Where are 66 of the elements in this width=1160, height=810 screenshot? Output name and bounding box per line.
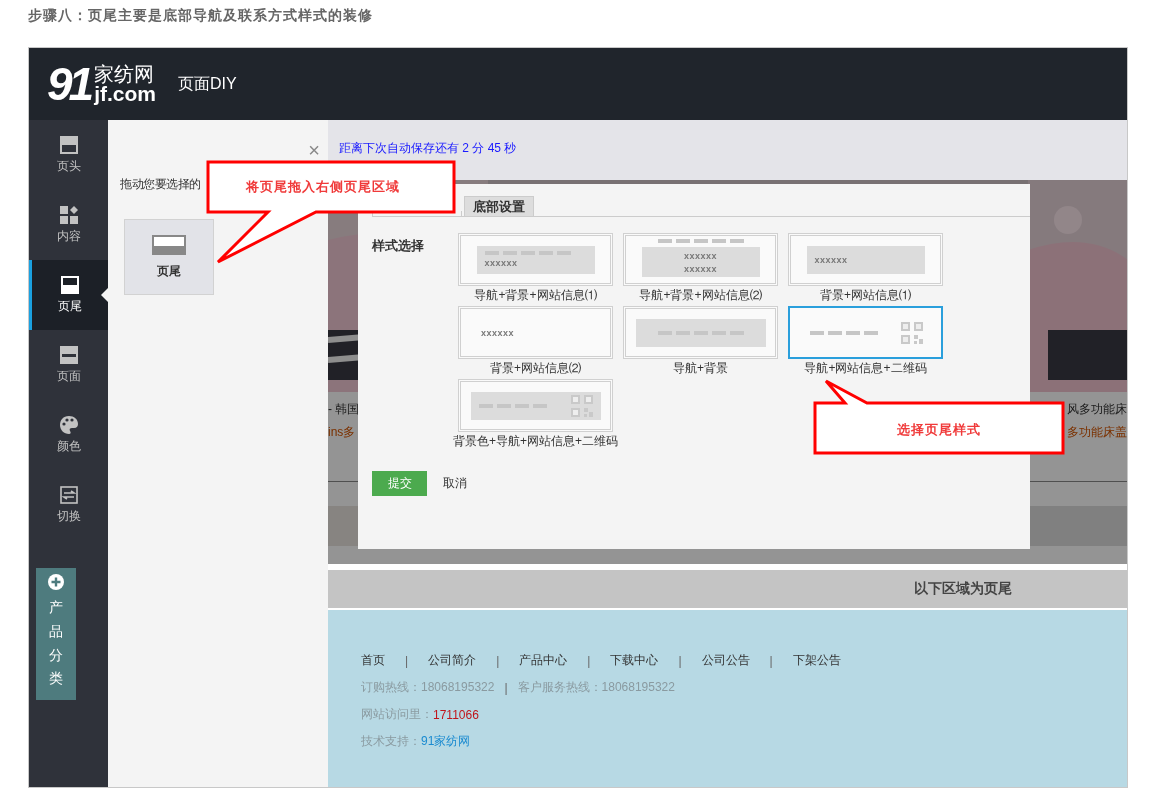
- layout-header-icon: [59, 135, 78, 154]
- option-label: 导航+背景+网站信息⑵: [639, 288, 762, 303]
- qr-code-icon: [570, 394, 593, 417]
- support-label: 技术支持：: [361, 733, 421, 750]
- footer-link[interactable]: 下架公告: [792, 652, 841, 669]
- visits-count: 1711066: [433, 707, 479, 722]
- style-thumbnail[interactable]: [458, 379, 613, 432]
- sidebar-item[interactable]: 页面: [29, 330, 108, 400]
- product-text: 风多功能床: [1067, 401, 1127, 418]
- product-text: 多功能床盖: [1067, 424, 1127, 441]
- layout-footer-icon: [61, 275, 79, 294]
- product-text: - 韩国: [328, 401, 360, 418]
- footer-link[interactable]: 公司简介: [428, 652, 477, 669]
- product-text: ins多: [328, 424, 356, 441]
- separator-text: |: [587, 653, 591, 668]
- sample-text: xxxxxx: [683, 263, 717, 274]
- footer-marker-text: 以下区域为页尾: [914, 580, 1012, 598]
- plus-icon: [48, 574, 64, 590]
- instruction-text: 拖动您要选择的: [120, 176, 201, 193]
- option-label: 背景+网站信息⑵: [490, 361, 581, 376]
- category-button[interactable]: 产品分类: [36, 568, 76, 700]
- tab[interactable]: 底部设置: [464, 196, 534, 216]
- callout-text: 将页尾拖入右侧页尾区域: [246, 178, 400, 196]
- footer-link[interactable]: 下载中心: [610, 652, 659, 669]
- callout-text: 选择页尾样式: [897, 421, 981, 439]
- hotline-text: 客户服务热线：18068195322: [517, 679, 675, 696]
- style-thumbnail[interactable]: [623, 306, 778, 359]
- option-label: 导航+网站信息+二维码: [804, 361, 927, 376]
- sample-text: xxxxxx: [481, 327, 515, 338]
- sidebar-item[interactable]: 页头: [29, 120, 108, 190]
- option-label: 背景+网站信息⑴: [820, 288, 911, 303]
- style-thumbnail[interactable]: [788, 306, 943, 359]
- nav-placeholder: [810, 330, 878, 335]
- module-tile[interactable]: 页尾: [124, 219, 214, 295]
- hotline-text: 订购热线：18068195322: [361, 679, 495, 696]
- sample-text: xxxxxx: [814, 254, 848, 265]
- sample-text: xxxxxx: [484, 258, 518, 268]
- palette-icon: [59, 415, 78, 434]
- separator-text: |: [405, 653, 409, 668]
- page-layout-icon: [59, 345, 78, 364]
- footer-link[interactable]: 首页: [361, 652, 385, 669]
- switch-icon: [59, 485, 78, 504]
- option-label: 导航+背景: [673, 361, 728, 376]
- separator-text: |: [678, 653, 682, 668]
- autosave-text: 距离下次自动保存还有 2 分 45 秒: [339, 141, 517, 155]
- sidebar-item[interactable]: 切换: [29, 470, 108, 540]
- footer-link[interactable]: 产品中心: [519, 652, 568, 669]
- visits-label: 网站访问里：: [361, 706, 433, 723]
- separator-text: |: [496, 653, 500, 668]
- option-label: 背景色+导航+网站信息+二维码: [453, 434, 618, 449]
- sidebar-item[interactable]: 颜色: [29, 400, 108, 470]
- app-title: 页面DIY: [178, 73, 237, 94]
- footer-link[interactable]: 公司公告: [701, 652, 750, 669]
- sidebar-item[interactable]: 页尾: [29, 260, 108, 330]
- step-heading: 步骤八：页尾主要是底部导航及联系方式样式的装修: [28, 7, 373, 23]
- field-label: 样式选择: [372, 237, 425, 255]
- separator-text: |: [504, 680, 508, 695]
- blocks-icon: [59, 205, 78, 224]
- separator-text: |: [769, 653, 773, 668]
- sample-text: xxxxxx: [683, 250, 717, 261]
- cancel-button[interactable]: 取消: [443, 475, 467, 492]
- qr-code-icon: [901, 321, 923, 344]
- option-label: 导航+背景+网站信息⑴: [474, 288, 597, 303]
- layout-footer-icon: [152, 234, 186, 255]
- style-thumbnail[interactable]: xxxxxx: [458, 306, 613, 359]
- sidebar-item[interactable]: 内容: [29, 190, 108, 260]
